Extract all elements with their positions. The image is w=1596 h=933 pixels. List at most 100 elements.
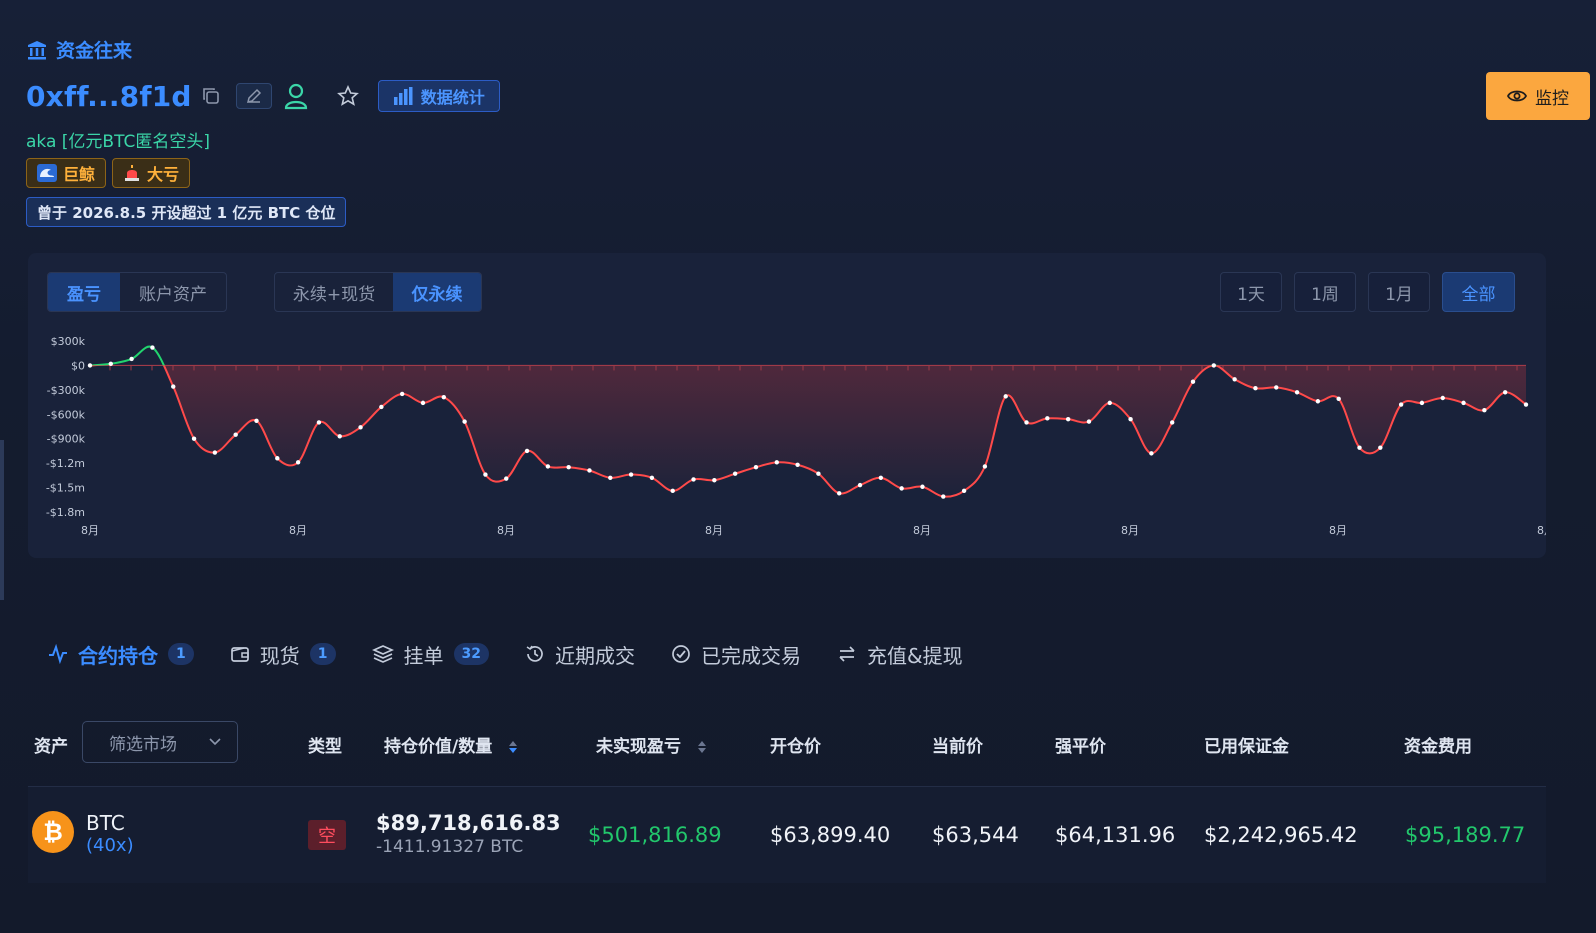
data-point (1336, 396, 1341, 402)
data-point (1065, 416, 1071, 422)
star-icon[interactable] (336, 84, 360, 108)
data-point (837, 491, 842, 496)
x-tick-label: 8月 (1329, 524, 1347, 537)
col-position-value-label: 持仓价值/数量 (384, 737, 493, 757)
col-margin: 已用保证金 (1204, 737, 1289, 757)
unrealized-pnl: $501,816.89 (588, 823, 722, 847)
edit-button[interactable] (235, 83, 272, 109)
data-point (899, 486, 904, 491)
y-tick-label: -$1.8m (46, 506, 85, 519)
data-point (358, 425, 363, 430)
data-point (816, 471, 821, 476)
data-point (1232, 377, 1237, 382)
side-scroll-indicator (0, 440, 4, 600)
data-point (1461, 400, 1466, 406)
pnl-chart[interactable]: $300k $0 -$300k -$600k -$900k -$1.2m -$1.5m -$1… (28, 253, 1546, 558)
x-tick-label: 8月 (81, 524, 99, 537)
x-tick-label: 8月 (497, 524, 515, 537)
data-point (1419, 400, 1425, 406)
data-point (420, 400, 426, 406)
funding-fee: $95,189.77 (1405, 823, 1526, 847)
market-filter-label: 筛选市场 (109, 734, 177, 755)
market-filter-select[interactable]: 筛选市场 (82, 721, 238, 763)
data-point (1253, 386, 1258, 391)
tab-recent-trades[interactable]: 近期成交 (525, 640, 635, 669)
badge-whale-label: 巨鲸 (63, 165, 96, 184)
sort-icon (697, 741, 706, 753)
entry-price: $63,899.40 (770, 823, 891, 847)
data-point (337, 434, 342, 439)
tab-count: 32 (453, 643, 489, 665)
data-point (628, 472, 634, 477)
tab-open-orders[interactable]: 挂单 32 (371, 640, 489, 669)
sort-icon (509, 741, 518, 753)
bank-icon (28, 40, 46, 59)
tab-completed-trades[interactable]: 已完成交易 (671, 640, 801, 669)
position-quantity: -1411.91327 BTC (376, 837, 524, 857)
monitor-button[interactable]: 监控 (1486, 72, 1590, 120)
position-value: $89,718,616.83 (376, 811, 561, 835)
margin-used: $2,242,965.42 (1204, 823, 1358, 847)
y-tick-label: -$600k (47, 408, 86, 421)
data-point (379, 404, 384, 410)
asset-symbol[interactable]: BTC (86, 811, 125, 835)
y-tick-label: -$300k (47, 384, 86, 397)
wallet-address[interactable]: 0xff...8f1d (26, 80, 192, 113)
data-point (254, 418, 259, 423)
data-stats-button[interactable]: 数据统计 (377, 80, 500, 112)
data-point (212, 450, 218, 455)
x-tick-label: 8月 (1537, 524, 1546, 537)
address-row: 0xff...8f1d 数据统计 (26, 76, 500, 116)
pnl-chart-panel: 盈亏 账户资产 永续+现货 仅永续 1天 1周 1月 全部 $300k $0 -$3… (28, 253, 1546, 558)
data-point (1003, 394, 1008, 399)
data-point (1523, 402, 1529, 407)
copy-icon[interactable] (200, 85, 222, 107)
data-point (587, 468, 592, 473)
bar-chart-icon (393, 87, 413, 105)
section-title: 资金往来 (56, 40, 133, 62)
transfer-icon (839, 646, 855, 662)
tab-spot[interactable]: 现货 1 (230, 640, 336, 669)
col-entry-price: 开仓价 (770, 737, 821, 757)
loss-area (90, 365, 1526, 497)
data-point (171, 384, 176, 389)
col-unrealized-pnl[interactable]: 未实现盈亏 (596, 732, 707, 757)
badge-big-loss-label: 大亏 (147, 165, 180, 184)
data-point (87, 363, 93, 368)
data-point (295, 460, 301, 465)
data-point (1128, 416, 1133, 422)
data-point (1502, 390, 1508, 395)
data-point (649, 475, 655, 480)
user-icon[interactable] (282, 81, 310, 111)
tab-deposit-withdraw[interactable]: 充值&提现 (837, 640, 963, 669)
tab-label: 挂单 (403, 643, 444, 668)
data-point (1294, 390, 1300, 395)
data-point (1086, 419, 1092, 424)
x-tick-label: 8月 (705, 524, 723, 537)
col-type: 类型 (308, 737, 342, 757)
tab-label: 现货 (259, 643, 300, 668)
data-point (1045, 416, 1050, 421)
leverage: (40x) (86, 835, 134, 856)
col-position-value[interactable]: 持仓价值/数量 (384, 732, 518, 757)
data-point (712, 478, 717, 483)
data-point (920, 484, 925, 489)
table-row[interactable]: ₿ BTC (40x) 空 $89,718,616.83 -1411.91327… (28, 787, 1546, 883)
tab-contract-positions[interactable]: 合约持仓 1 (48, 640, 194, 669)
pulse-icon (49, 644, 67, 664)
data-point (1315, 399, 1321, 404)
data-point (441, 394, 446, 400)
data-point (941, 494, 946, 499)
data-point (608, 475, 613, 480)
y-tick-label: $0 (71, 359, 85, 372)
data-point (233, 432, 238, 437)
data-point (462, 419, 467, 424)
tab-count: 1 (309, 643, 336, 665)
data-point (1190, 379, 1196, 384)
data-point (191, 436, 197, 441)
x-tick-label: 8月 (913, 524, 931, 537)
tab-label: 合约持仓 (78, 643, 158, 668)
data-point (1170, 420, 1175, 425)
pencil-icon (246, 88, 261, 104)
data-point (878, 475, 884, 480)
